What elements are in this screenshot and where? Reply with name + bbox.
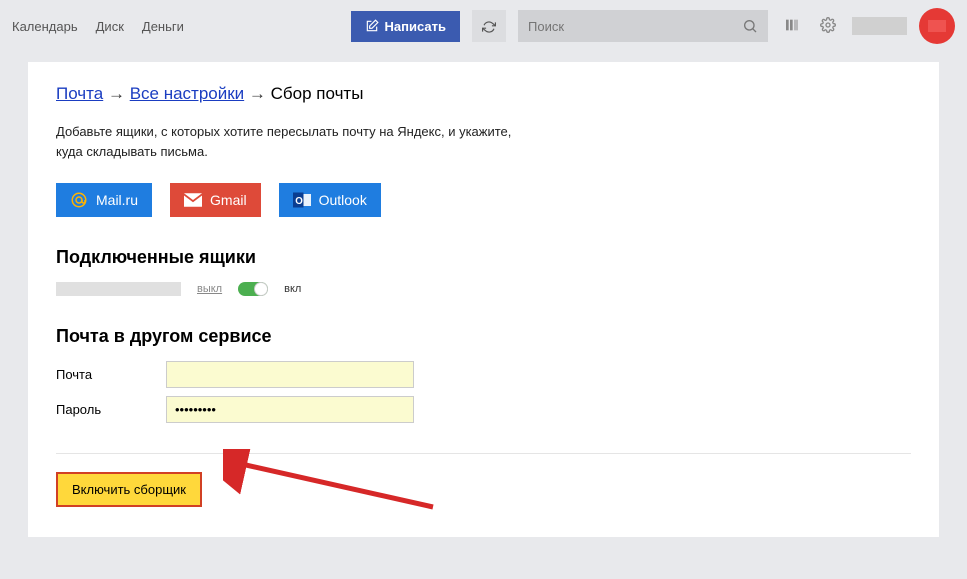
provider-mailru-button[interactable]: Mail.ru [56, 183, 152, 217]
password-row: Пароль [56, 396, 911, 423]
avatar[interactable] [919, 8, 955, 44]
compose-label: Написать [385, 19, 446, 34]
search-icon[interactable] [742, 18, 758, 34]
compose-button[interactable]: Написать [351, 11, 460, 42]
breadcrumb: Почта → Все настройки → Сбор почты [56, 84, 911, 104]
connected-title: Подключенные ящики [56, 247, 911, 268]
nav-calendar[interactable]: Календарь [12, 19, 78, 34]
breadcrumb-current: Сбор почты [271, 84, 364, 103]
breadcrumb-mail[interactable]: Почта [56, 84, 103, 103]
breadcrumb-settings[interactable]: Все настройки [130, 84, 244, 103]
intro-text: Добавьте ящики, с которых хотите пересыл… [56, 122, 536, 161]
topbar-links: Календарь Диск Деньги [12, 19, 184, 34]
themes-icon[interactable] [780, 13, 804, 40]
divider [56, 453, 911, 454]
svg-text:O: O [295, 196, 303, 207]
gmail-icon [184, 193, 202, 207]
annotation-arrow-icon [223, 449, 443, 519]
connected-account-row: выкл вкл [56, 282, 911, 296]
topbar: Календарь Диск Деньги Написать [0, 0, 967, 52]
breadcrumb-sep: → [249, 84, 271, 103]
provider-outlook-label: Outlook [319, 192, 367, 208]
provider-outlook-button[interactable]: O Outlook [279, 183, 381, 217]
email-field[interactable] [166, 361, 414, 388]
toggle-switch[interactable] [238, 282, 268, 296]
search-box[interactable] [518, 10, 768, 42]
toggle-on-label: вкл [284, 283, 301, 295]
mailru-icon [70, 191, 88, 209]
nav-money[interactable]: Деньги [142, 19, 184, 34]
connected-email-placeholder[interactable] [56, 282, 181, 296]
breadcrumb-sep: → [108, 84, 130, 103]
other-service-title: Почта в другом сервисе [56, 326, 911, 347]
search-input[interactable] [528, 19, 742, 34]
refresh-icon [482, 20, 496, 34]
gear-icon[interactable] [816, 13, 840, 40]
outlook-icon: O [293, 192, 311, 208]
toggle-knob [254, 282, 268, 296]
enable-collector-button[interactable]: Включить сборщик [56, 472, 202, 507]
provider-mailru-label: Mail.ru [96, 192, 138, 208]
main-panel: Почта → Все настройки → Сбор почты Добав… [28, 62, 939, 537]
provider-row: Mail.ru Gmail O Outlook [56, 183, 911, 217]
provider-gmail-label: Gmail [210, 192, 247, 208]
toggle-off-label[interactable]: выкл [197, 283, 222, 295]
email-label: Почта [56, 367, 166, 382]
password-label: Пароль [56, 402, 166, 417]
provider-gmail-button[interactable]: Gmail [170, 183, 261, 217]
email-row: Почта [56, 361, 911, 388]
refresh-button[interactable] [472, 10, 506, 41]
username-placeholder[interactable] [852, 17, 907, 35]
nav-disk[interactable]: Диск [96, 19, 124, 34]
avatar-inner [928, 20, 946, 32]
compose-icon [365, 19, 379, 33]
password-field[interactable] [166, 396, 414, 423]
